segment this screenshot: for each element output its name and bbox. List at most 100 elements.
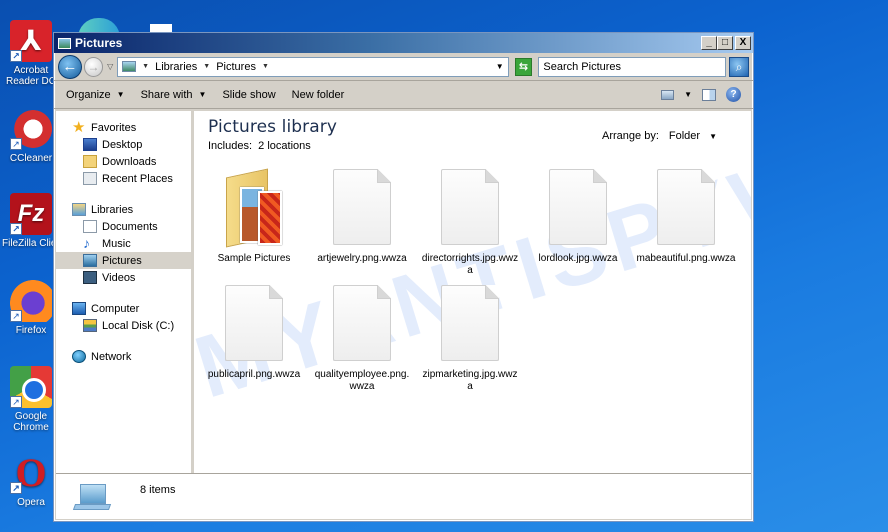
sidebar-item-videos[interactable]: Videos [56, 269, 191, 286]
details-pane: 8 items [56, 473, 751, 519]
shortcut-arrow-icon: ↗ [10, 223, 22, 235]
back-button[interactable]: ← [58, 54, 82, 79]
shortcut-arrow-icon: ↗ [10, 482, 22, 494]
file-name: qualityemployee.png.wwza [314, 369, 410, 392]
firefox-icon: ↗ [10, 280, 52, 322]
explorer-window: Pictures _ □ X ← → ▽ ▼ Libraries ▼ Pictu… [53, 32, 754, 522]
sidebar-item-label: Libraries [91, 203, 134, 216]
sidebar-item-libraries[interactable]: Libraries [56, 201, 191, 218]
share-with-label: Share with [140, 88, 193, 101]
sidebar-item-recent-places[interactable]: Recent Places [56, 170, 191, 187]
maximize-button[interactable]: □ [717, 36, 733, 50]
arrange-by-dropdown[interactable]: Folder ▼ [669, 130, 717, 142]
sidebar-item-label: Downloads [102, 155, 157, 168]
file-name: Sample Pictures [217, 253, 291, 264]
forward-button[interactable]: → [83, 56, 104, 77]
minimize-button[interactable]: _ [701, 36, 717, 50]
sidebar-item-label: Network [91, 350, 132, 363]
window-title: Pictures [75, 36, 123, 50]
videos-icon [83, 271, 97, 284]
blank-file-icon [440, 285, 500, 363]
sidebar-item-favorites[interactable]: ★ Favorites [56, 119, 191, 136]
file-item[interactable]: publicapril.png.wwza [200, 285, 308, 397]
file-item[interactable]: mabeautiful.png.wwza [632, 169, 740, 281]
change-view-icon[interactable] [661, 89, 675, 100]
breadcrumb-libraries[interactable]: Libraries [155, 61, 197, 73]
computer-icon [72, 302, 86, 315]
file-item[interactable]: zipmarketing.jpg.wwza [416, 285, 524, 397]
close-button[interactable]: X [735, 36, 751, 50]
sidebar-item-desktop[interactable]: Desktop [56, 136, 191, 153]
sidebar-item-pictures[interactable]: Pictures [56, 252, 191, 269]
file-list-pane[interactable]: Pictures library Includes: 2 locations A… [194, 111, 751, 473]
title-bar[interactable]: Pictures _ □ X [54, 33, 753, 53]
desktop-icon-chrome[interactable]: ↗ Google Chrome [2, 366, 60, 433]
sidebar-item-network[interactable]: Network [56, 348, 191, 365]
sidebar-item-label: Videos [102, 271, 136, 284]
organize-label: Organize [66, 88, 111, 101]
library-computer-icon [72, 484, 112, 512]
view-options-dropdown[interactable]: ▼ [684, 90, 692, 99]
breadcrumb-arrow-icon[interactable]: ▼ [262, 63, 269, 70]
breadcrumb-arrow-icon[interactable]: ▼ [203, 63, 210, 70]
share-with-button[interactable]: Share with ▼ [141, 89, 207, 101]
recent-pages-dropdown[interactable]: ▽ [105, 62, 115, 71]
file-item[interactable]: directorrights.jpg.wwza [416, 169, 524, 281]
acrobat-icon: ⅄ ↗ [10, 20, 52, 62]
file-item[interactable]: qualityemployee.png.wwza [308, 285, 416, 397]
includes-locations-link[interactable]: 2 locations [258, 140, 311, 152]
desktop-icon-label: Opera [17, 497, 45, 508]
picture-folder-icon [224, 168, 284, 248]
desktop-icon-ccleaner[interactable]: ↗ CCleaner [2, 108, 60, 164]
desktop-icon-label: FileZilla Client [2, 238, 60, 249]
shortcut-arrow-icon: ↗ [10, 50, 22, 62]
folder-item[interactable]: Sample Pictures [200, 168, 308, 281]
star-icon: ★ [72, 119, 86, 136]
refresh-button[interactable]: ⇆ [514, 57, 533, 76]
help-icon[interactable]: ? [726, 87, 741, 102]
slide-show-button[interactable]: Slide show [222, 89, 275, 101]
sidebar-item-label: Computer [91, 302, 140, 315]
filezilla-icon: Fz ↗ [10, 193, 52, 235]
organize-button[interactable]: Organize ▼ [66, 89, 125, 101]
file-name: mabeautiful.png.wwza [636, 253, 736, 264]
file-name: directorrights.jpg.wwza [421, 253, 519, 276]
sidebar-item-label: Favorites [91, 121, 137, 134]
desktop-icon-opera[interactable]: O ↗ Opera [2, 452, 60, 508]
documents-icon [83, 220, 97, 233]
breadcrumb-pictures[interactable]: Pictures [216, 61, 256, 73]
chevron-down-icon: ▼ [198, 90, 207, 99]
sidebar-item-label: Music [102, 237, 131, 250]
file-item[interactable]: artjewelry.png.wwza [308, 169, 416, 281]
breadcrumb-arrow-icon[interactable]: ▼ [142, 63, 149, 70]
desktop-icon-label: Firefox [15, 325, 47, 336]
search-input[interactable]: Search Pictures [538, 56, 727, 77]
address-history-dropdown[interactable]: ▼ [496, 62, 504, 71]
desktop-icon-filezilla[interactable]: Fz ↗ FileZilla Client [2, 193, 60, 249]
address-bar[interactable]: ▼ Libraries ▼ Pictures ▼ ▼ [117, 56, 509, 77]
sidebar-item-local-disk[interactable]: Local Disk (C:) [56, 317, 191, 334]
file-name: publicapril.png.wwza [207, 369, 301, 380]
pictures-library-icon [122, 61, 137, 72]
search-button[interactable]: ⌕ [729, 56, 749, 77]
file-grid: Sample Pictures artjewelry.png.wwza direct… [200, 168, 740, 397]
desktop-icon [83, 138, 97, 151]
sidebar-item-music[interactable]: ♪ Music [56, 235, 191, 252]
file-name: artjewelry.png.wwza [317, 253, 407, 264]
preview-pane-icon[interactable] [702, 88, 716, 101]
sidebar-item-downloads[interactable]: Downloads [56, 153, 191, 170]
item-count: 8 items [140, 484, 176, 496]
new-folder-button[interactable]: New folder [292, 89, 345, 101]
desktop-icon-label: Acrobat Reader DC [5, 65, 57, 87]
desktop-icon-firefox[interactable]: ↗ Firefox [2, 280, 60, 336]
file-item[interactable]: lordlook.jpg.wwza [524, 169, 632, 281]
shortcut-arrow-icon: ↗ [10, 396, 22, 408]
shortcut-arrow-icon: ↗ [10, 138, 22, 150]
desktop-icon-acrobat[interactable]: ⅄ ↗ Acrobat Reader DC [2, 20, 60, 87]
desktop-icon-label: Google Chrome [13, 411, 49, 433]
chevron-down-icon: ▼ [116, 90, 125, 99]
recent-places-icon [83, 172, 97, 185]
sidebar-item-computer[interactable]: Computer [56, 300, 191, 317]
sidebar-item-documents[interactable]: Documents [56, 218, 191, 235]
local-disk-icon [83, 319, 97, 332]
